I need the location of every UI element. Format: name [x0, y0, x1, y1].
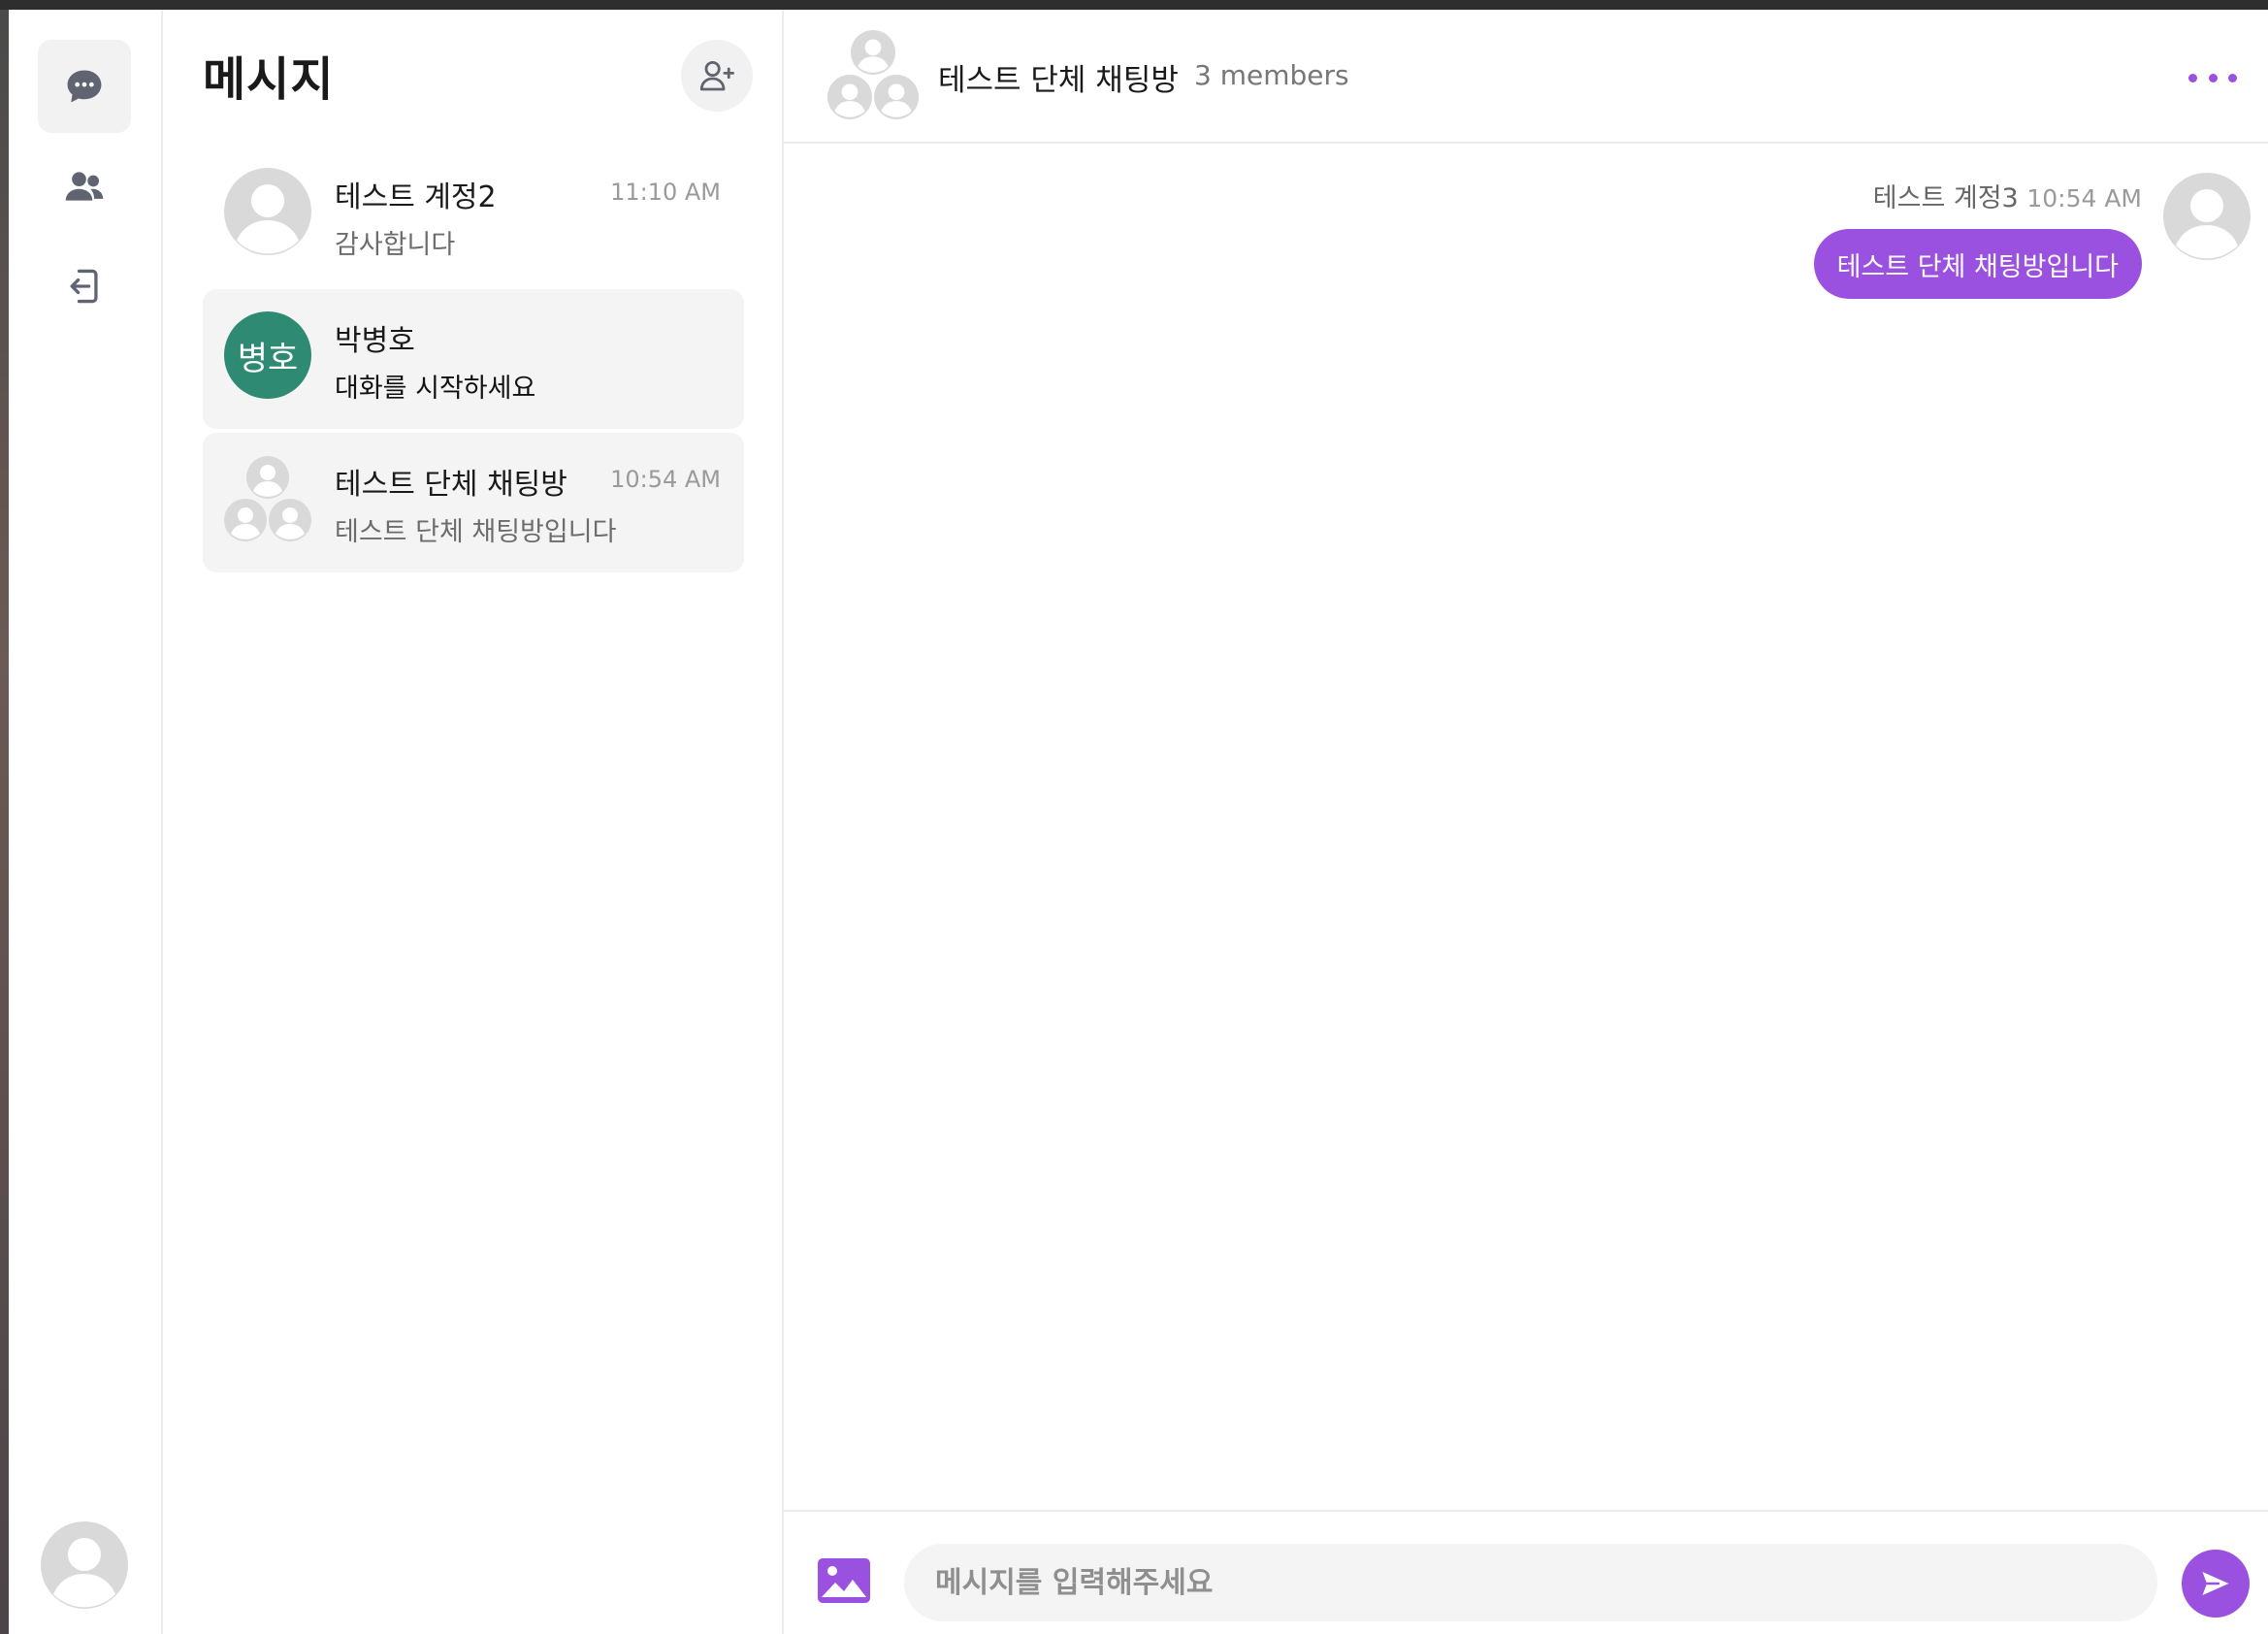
- more-options-button[interactable]: [2188, 66, 2237, 89]
- conversation-list: 메시지 테스트 계정2 11:10 AM 감사합니다 병호 박병호 대화를 시작…: [163, 10, 784, 1634]
- sender-avatar: [2163, 173, 2251, 260]
- conversation-time: 11:10 AM: [610, 179, 721, 206]
- conversation-time: 10:54 AM: [610, 466, 721, 493]
- more-dots-icon: [2188, 73, 2197, 82]
- conversation-preview: 테스트 단체 채팅방입니다: [335, 517, 617, 547]
- message-composer: [784, 1510, 2268, 1634]
- conversation-preview: 대화를 시작하세요: [335, 374, 536, 404]
- window-top-bar: [0, 0, 2268, 10]
- chat-bubble-icon: [67, 70, 102, 103]
- conversation-item[interactable]: 병호 박병호 대화를 시작하세요: [203, 289, 744, 429]
- group-avatar: [224, 456, 311, 541]
- conversation-name: 테스트 단체 채팅방: [335, 468, 567, 502]
- profile-avatar[interactable]: [41, 1521, 128, 1609]
- logout-icon: [70, 269, 98, 304]
- friends-nav-button[interactable]: [38, 140, 131, 233]
- user-plus-icon: [699, 60, 735, 91]
- page-title: 메시지: [203, 52, 335, 107]
- message-time: 10:54 AM: [2026, 184, 2142, 212]
- chat-header: 테스트 단체 채팅방 3 members: [784, 10, 2268, 144]
- more-dots-icon: [2228, 73, 2237, 82]
- chat-title: 테스트 단체 채팅방: [938, 63, 1179, 98]
- conversation-item[interactable]: 테스트 단체 채팅방 10:54 AM 테스트 단체 채팅방입니다: [203, 433, 744, 572]
- member-count: 3 members: [1194, 59, 1349, 91]
- window-left-edge: [0, 10, 9, 1634]
- message-input[interactable]: [904, 1544, 2157, 1621]
- conversation-preview: 감사합니다: [335, 230, 456, 260]
- new-chat-button[interactable]: [681, 40, 753, 112]
- default-avatar: [224, 168, 311, 255]
- more-dots-icon: [2208, 73, 2218, 82]
- send-button[interactable]: [2182, 1550, 2250, 1618]
- messenger-app: 메시지 테스트 계정2 11:10 AM 감사합니다 병호 박병호 대화를 시작…: [9, 10, 2268, 1634]
- chat-pane: 테스트 단체 채팅방 3 members 테스트 계정3 10:54 AM 테스…: [784, 10, 2268, 1634]
- image-upload-icon[interactable]: [818, 1558, 870, 1603]
- send-icon: [2202, 1572, 2229, 1595]
- conversation-name: 테스트 계정2: [335, 180, 497, 214]
- message-sender: 테스트 계정3: [1872, 183, 2019, 213]
- conversation-name: 박병호: [335, 324, 415, 358]
- conversation-item[interactable]: 테스트 계정2 11:10 AM 감사합니다: [203, 146, 744, 285]
- initials-avatar: 병호: [224, 311, 311, 399]
- group-avatar: [827, 30, 919, 119]
- logout-nav-button[interactable]: [38, 240, 131, 333]
- chats-nav-button[interactable]: [38, 40, 131, 133]
- message-meta: 테스트 계정3 10:54 AM: [1873, 177, 2142, 214]
- users-icon: [65, 172, 104, 201]
- icon-rail: [9, 10, 163, 1634]
- message-bubble: 테스트 단체 채팅방입니다: [1813, 229, 2142, 299]
